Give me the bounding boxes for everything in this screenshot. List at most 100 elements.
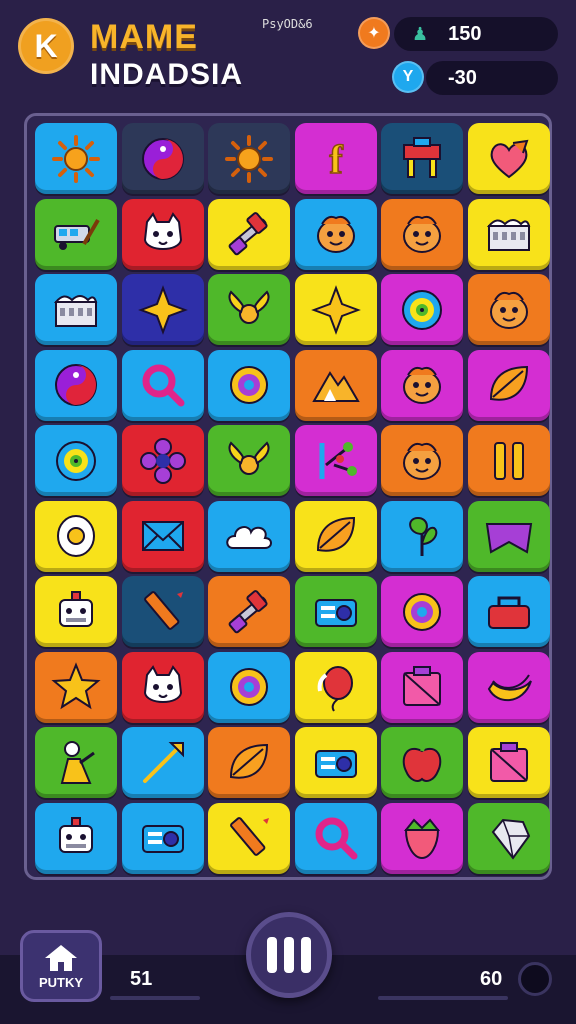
tile-ring[interactable] [381, 576, 463, 647]
tile-yin-yang[interactable] [35, 349, 117, 421]
tile-desk[interactable] [381, 123, 463, 194]
shield-icon: Y [392, 61, 424, 93]
envelope-icon [141, 521, 184, 551]
pause-button[interactable] [246, 912, 332, 998]
tile-robot[interactable] [35, 576, 117, 647]
tile-magnifier[interactable] [294, 802, 377, 874]
tile-cat[interactable] [121, 651, 204, 723]
face-icon [403, 215, 441, 253]
strawberry-icon [403, 818, 441, 860]
small-label: PsyOD&6 [262, 17, 313, 31]
mountain-icon [311, 371, 360, 402]
tile-ring[interactable] [208, 349, 290, 421]
tile-wings[interactable] [208, 425, 290, 496]
tile-balloon[interactable] [294, 651, 377, 723]
robot-icon [59, 817, 93, 853]
bag-icon [487, 596, 530, 629]
game-board: f [24, 113, 552, 880]
tile-vehicle[interactable] [35, 198, 117, 270]
arrow-icon [142, 741, 184, 783]
tile-envelope[interactable] [121, 500, 204, 572]
tile-yin-yang[interactable] [121, 123, 204, 194]
toggle-knob[interactable] [518, 962, 552, 996]
apple-icon [402, 739, 442, 782]
tile-sun[interactable] [35, 123, 117, 194]
back-letter: K [34, 27, 58, 64]
tile-building[interactable] [467, 198, 550, 270]
star5-icon [51, 662, 101, 710]
tile-robot[interactable] [35, 802, 117, 874]
box-icon [403, 666, 441, 706]
heart-icon [490, 139, 528, 178]
tile-banana[interactable] [467, 651, 550, 723]
tile-figure[interactable] [35, 727, 117, 798]
building-icon [486, 219, 530, 251]
tile-sun[interactable] [208, 123, 290, 194]
tile-egg[interactable] [35, 500, 117, 572]
leaf-icon [229, 743, 269, 779]
tile-pencil[interactable] [208, 802, 290, 874]
ring-icon [230, 668, 268, 706]
tile-star4[interactable] [121, 274, 204, 345]
tile-bag[interactable] [467, 576, 550, 647]
face-icon [403, 442, 441, 480]
bars-icon [493, 441, 524, 480]
tile-star5[interactable] [35, 651, 117, 723]
tile-radio[interactable] [121, 802, 204, 874]
tile-radio[interactable] [294, 727, 377, 798]
tile-face[interactable] [381, 425, 463, 496]
tile-arrow[interactable] [121, 727, 204, 798]
tile-wings[interactable] [208, 274, 290, 345]
tile-flower[interactable] [121, 425, 204, 496]
tile-box[interactable] [467, 727, 550, 798]
tile-magnifier[interactable] [121, 349, 204, 421]
pause-icon [267, 937, 277, 973]
tile-leaf[interactable] [294, 500, 377, 572]
tile-swirl[interactable] [381, 274, 463, 345]
tile-leaf[interactable] [467, 349, 550, 421]
tile-mountain[interactable] [294, 349, 377, 421]
tile-banner[interactable] [467, 500, 550, 572]
tile-heart[interactable] [467, 123, 550, 194]
tile-face[interactable] [467, 274, 550, 345]
tile-hammer[interactable] [208, 198, 290, 270]
tile-radio[interactable] [294, 576, 377, 647]
tile-pencil[interactable] [121, 576, 204, 647]
back-button[interactable]: K [18, 18, 74, 74]
tile-bars[interactable] [467, 425, 550, 496]
swirl-icon [56, 440, 96, 481]
tile-ring[interactable] [208, 651, 290, 723]
left-score: 51 [130, 968, 153, 990]
pencil-icon [143, 590, 183, 630]
tile-plant[interactable] [381, 500, 463, 572]
tile-star4[interactable] [294, 274, 377, 345]
tile-letter-f[interactable]: f [294, 123, 377, 194]
tile-apple[interactable] [381, 727, 463, 798]
tile-face[interactable] [294, 198, 377, 270]
tile-branch[interactable] [294, 425, 377, 496]
tile-cloud[interactable] [208, 500, 290, 572]
tile-face[interactable] [381, 198, 463, 270]
banana-icon [487, 674, 532, 702]
right-progress-track [378, 996, 508, 1000]
figure-icon [60, 740, 95, 784]
tile-gem[interactable] [467, 802, 550, 874]
box-icon [489, 741, 528, 782]
hammer-icon [228, 589, 268, 633]
stat-coins-value: 150 [448, 22, 482, 45]
home-button[interactable]: PUTKY [20, 930, 102, 1002]
swirl-icon [402, 289, 442, 330]
tile-building[interactable] [35, 274, 117, 345]
face-icon [403, 366, 441, 404]
sun-icon [52, 134, 100, 183]
tile-swirl[interactable] [35, 425, 117, 496]
tile-face[interactable] [381, 349, 463, 421]
banner-icon [485, 523, 532, 554]
ring-icon [403, 592, 441, 631]
tile-box[interactable] [381, 651, 463, 723]
tile-hammer[interactable] [208, 576, 290, 647]
game-subtitle: INDADSIA [90, 58, 244, 91]
tile-leaf[interactable] [208, 727, 290, 798]
tile-cat[interactable] [121, 198, 204, 270]
tile-strawberry[interactable] [381, 802, 463, 874]
